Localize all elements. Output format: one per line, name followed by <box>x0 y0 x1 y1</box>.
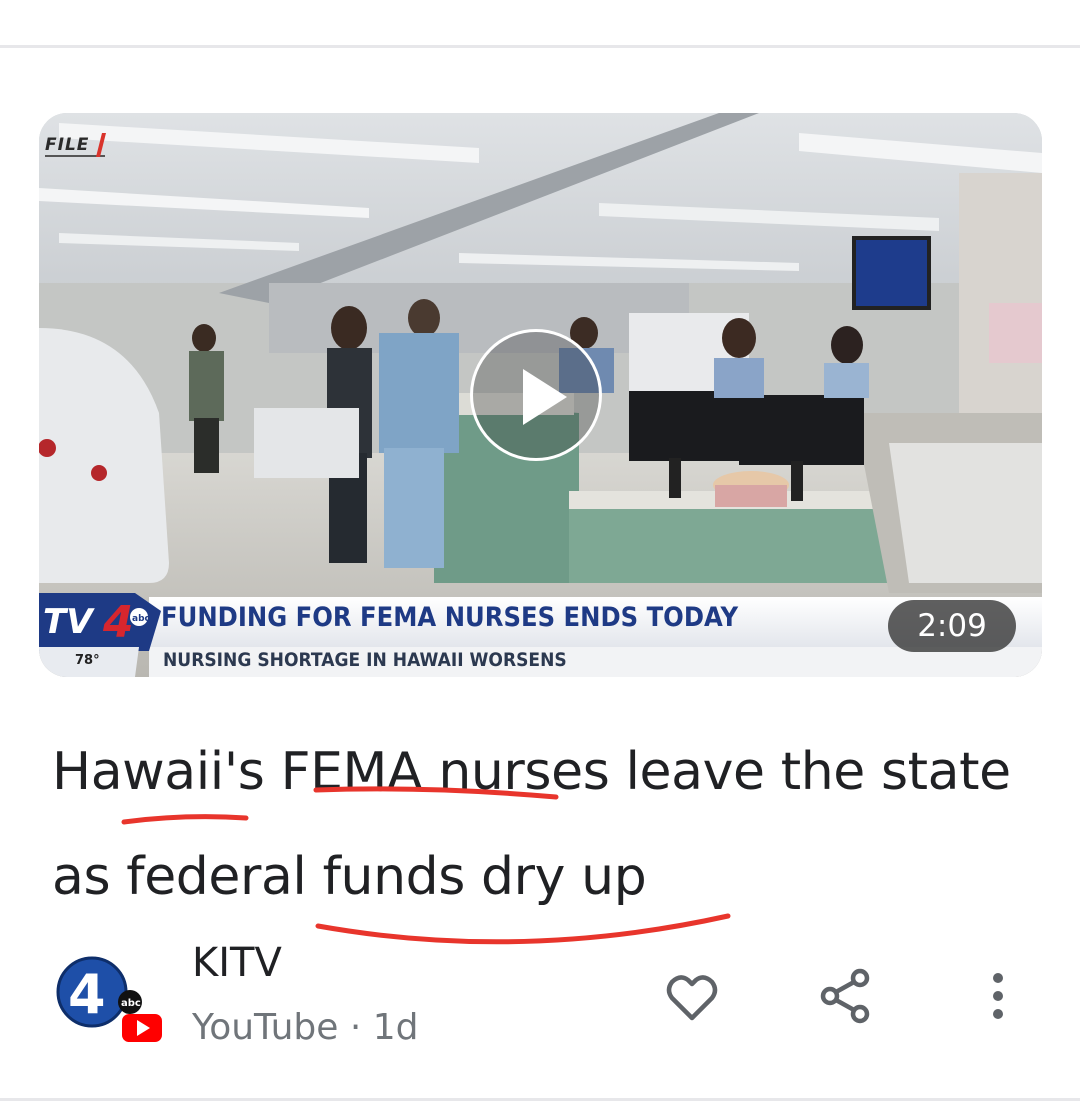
play-button[interactable] <box>470 329 602 461</box>
published-age: 1d <box>372 1007 419 1048</box>
svg-text:TV: TV <box>43 602 95 642</box>
video-duration-badge: 2:09 <box>888 600 1016 652</box>
top-divider <box>0 45 1080 48</box>
temperature-readout: 78° <box>75 653 100 668</box>
bottom-divider <box>0 1098 1080 1101</box>
file-tag-slash <box>96 133 107 157</box>
more-vert-icon[interactable] <box>980 970 1016 1026</box>
video-thumbnail[interactable]: FILE TV 4 abc 78° FUNDING FOR FEMA NURSE… <box>39 113 1042 677</box>
lower-third-headline: FUNDING FOR FEMA NURSES ENDS TODAY <box>161 602 739 633</box>
file-tag-text: FILE <box>45 135 90 155</box>
platform-name: YouTube <box>192 1007 339 1048</box>
title-part-fema: FEMA <box>280 742 423 802</box>
file-footage-tag: FILE <box>45 133 107 157</box>
title-part-1: Hawaii's <box>52 742 281 802</box>
kitv-channel-logo: 4 abc <box>56 956 162 1042</box>
article-title[interactable]: Hawaii's FEMA nurses leave the state as … <box>52 720 1042 930</box>
lower-third-subline: NURSING SHORTAGE IN HAWAII WORSENS <box>163 649 567 671</box>
heart-icon[interactable] <box>664 970 720 1026</box>
source-meta: YouTube · 1d <box>192 1007 419 1048</box>
channel-name[interactable]: KITV <box>192 940 282 986</box>
logo-network: abc <box>121 998 141 1009</box>
tv4-station-logo: TV 4 abc <box>39 593 161 677</box>
meta-separator: · <box>338 1007 373 1048</box>
svg-text:4: 4 <box>102 597 134 648</box>
logo-number: 4 <box>68 963 106 1026</box>
play-icon <box>523 369 567 425</box>
svg-text:abc: abc <box>132 614 150 624</box>
share-icon[interactable] <box>818 968 874 1024</box>
